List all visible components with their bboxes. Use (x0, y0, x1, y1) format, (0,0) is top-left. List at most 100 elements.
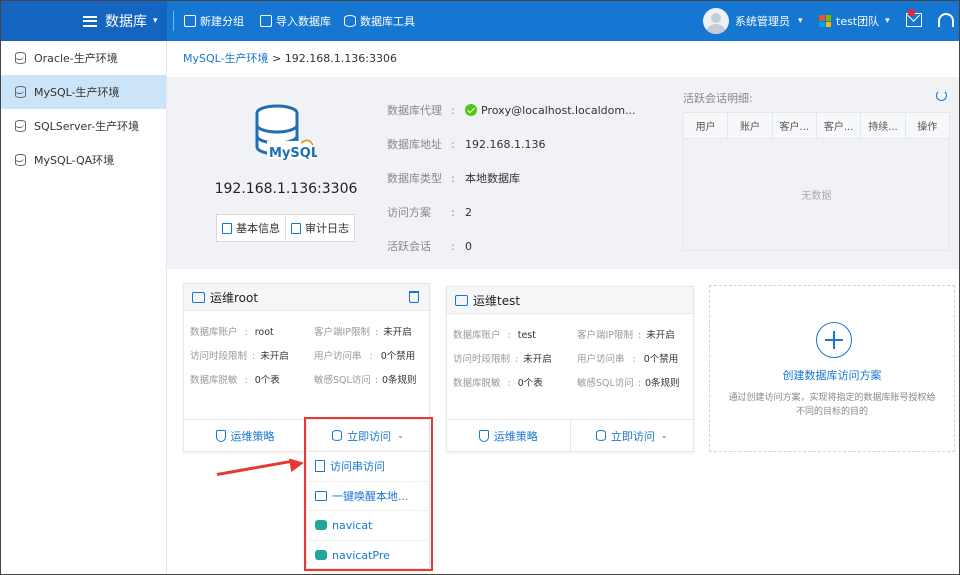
prop-key: 数据库地址 (387, 138, 442, 151)
field-access-string: 用户访问串:0个禁用 (314, 351, 416, 362)
create-access-plan-card[interactable]: 创建数据库访问方案 通过创建访问方案，实现将指定的数据库账号授权给不同的目标的目… (709, 285, 955, 452)
prop-key: 访问方案 (387, 206, 431, 219)
field-masking: 数据库脱敏:0个表 (190, 375, 280, 386)
trash-icon[interactable] (409, 291, 419, 303)
prop-value: 本地数据库 (465, 172, 520, 185)
notification-dot (908, 9, 915, 16)
mysql-logo-text: MySQL (269, 146, 317, 161)
tab-audit-log[interactable]: 审计日志 (285, 215, 354, 241)
prop-key: 数据库代理 (387, 104, 442, 117)
policy-button[interactable]: 运维策略 (447, 420, 570, 451)
prop-value: Proxy@localhost.localdom... (481, 103, 636, 117)
annotation-arrow-head (288, 455, 306, 473)
import-icon (260, 15, 272, 27)
highlight-box (304, 417, 433, 571)
card-title: 运维test (473, 293, 521, 308)
field-ip-limit: 客户端IP限制: 未开启 (314, 327, 412, 338)
tab-label: 基本信息 (236, 222, 280, 235)
new-group-button[interactable]: 新建分组 (184, 13, 244, 29)
prop-value: 2 (465, 205, 472, 219)
database-tools-label: 数据库工具 (360, 15, 415, 28)
new-group-label: 新建分组 (200, 15, 244, 28)
detail-tabs: 基本信息 审计日志 (216, 214, 355, 242)
edit-icon (222, 222, 232, 234)
column-header: 持续... (861, 113, 906, 138)
breadcrumb-parent[interactable]: MySQL-生产环境 (183, 52, 269, 65)
prop-key: 活跃会话 (387, 240, 431, 253)
sessions-table-header: 用户 账户 客户... 客户... 持续... 操作 (684, 113, 949, 139)
prop-address: 数据库地址 : 192.168.1.136 (387, 136, 545, 152)
user-menu[interactable]: 系统管理员 ▾ (703, 8, 803, 34)
field-access-string: 用户访问串:0个禁用 (577, 354, 679, 365)
support-headset-icon[interactable] (938, 13, 954, 27)
sidebar-item-label: Oracle-生产环境 (34, 52, 118, 65)
card-header: 运维root (184, 284, 429, 311)
sidebar-item-label: MySQL-生产环境 (34, 86, 120, 99)
column-header: 账户 (728, 113, 773, 138)
create-plan-description: 通过创建访问方案，实现将指定的数据库账号授权给不同的目标的目的 (728, 393, 936, 417)
database-icon (15, 120, 26, 132)
server-icon (455, 294, 468, 306)
plus-circle-icon[interactable] (816, 322, 852, 358)
card-footer: 运维策略 立即访问 ⌄ (447, 419, 693, 451)
card-body: 数据库账户: test 客户端IP限制: 未开启 访问时段限制: 未开启 用户访问串:… (447, 314, 693, 409)
prop-key: 数据库类型 (387, 172, 442, 185)
import-database-button[interactable]: 导入数据库 (260, 13, 331, 29)
avatar (703, 8, 729, 34)
log-icon (291, 222, 301, 234)
sidebar-item-label: SQLServer-生产环境 (34, 120, 140, 133)
module-switcher[interactable]: 数据库 ▾ (1, 1, 167, 41)
database-icon (595, 430, 606, 441)
breadcrumb-current: 192.168.1.136:3306 (284, 52, 397, 65)
mysql-logo: MySQL (255, 104, 317, 161)
field-db-account: 数据库账户: test (453, 330, 536, 341)
sessions-table: 用户 账户 客户... 客户... 持续... 操作 无数据 (683, 112, 950, 251)
chevron-down-icon: ▾ (153, 16, 158, 26)
chevron-down-icon: ▾ (798, 16, 803, 26)
tab-basic-info[interactable]: 基本信息 (217, 215, 285, 241)
sidebar-item-mysql-qa[interactable]: MySQL-QA环境 (1, 143, 166, 177)
team-name: test团队 (836, 15, 880, 28)
sidebar-item-label: MySQL-QA环境 (34, 154, 115, 167)
column-header: 客户... (817, 113, 862, 138)
field-masking: 数据库脱敏:0个表 (453, 378, 543, 389)
access-now-button[interactable]: 立即访问 ⌄ (569, 420, 694, 451)
prop-access-plans: 访问方案 : 2 (387, 204, 472, 220)
field-sensitive-sql: 敏感SQL访问:0条规则 (577, 378, 680, 389)
empty-state-text: 无数据 (801, 191, 832, 202)
field-db-account: 数据库账户: root (190, 327, 274, 338)
breadcrumb-separator: > (272, 52, 282, 65)
sidebar-item-mysql-prod[interactable]: MySQL-生产环境 (1, 75, 166, 109)
prop-separator: : (451, 239, 455, 253)
prop-proxy: 数据库代理 : Proxy@localhost.localdom... (387, 102, 636, 118)
column-header: 用户 (684, 113, 729, 138)
breadcrumb: MySQL-生产环境 > 192.168.1.136:3306 (183, 50, 397, 66)
database-icon (15, 154, 26, 166)
sidebar-item-sqlserver-prod[interactable]: SQLServer-生产环境 (1, 109, 166, 143)
prop-type: 数据库类型 : 本地数据库 (387, 170, 520, 186)
card-header: 运维test (447, 287, 693, 314)
prop-value: 192.168.1.136 (465, 137, 546, 151)
database-tools-button[interactable]: 数据库工具 (344, 13, 415, 29)
policy-button[interactable]: 运维策略 (184, 420, 306, 451)
team-switcher[interactable]: test团队 ▾ (819, 13, 890, 29)
column-header: 客户... (773, 113, 817, 138)
field-time-limit: 访问时段限制: 未开启 (453, 354, 552, 365)
add-group-icon (184, 15, 196, 27)
hamburger-menu-icon[interactable] (83, 15, 97, 27)
import-database-label: 导入数据库 (276, 15, 331, 28)
refresh-icon[interactable] (936, 90, 947, 101)
prop-separator: : (451, 205, 455, 219)
create-plan-title[interactable]: 创建数据库访问方案 (710, 367, 954, 383)
card-body: 数据库账户: root 客户端IP限制: 未开启 访问时段限制: 未开启 用户访问串:… (184, 311, 429, 406)
user-name: 系统管理员 (735, 15, 790, 28)
prop-separator: : (451, 171, 455, 185)
module-title: 数据库 (105, 14, 147, 30)
sidebar-item-oracle-prod[interactable]: Oracle-生产环境 (1, 41, 166, 75)
prop-value: 0 (465, 239, 472, 253)
sessions-title: 活跃会话明细: (683, 92, 753, 105)
database-icon (15, 86, 26, 98)
field-time-limit: 访问时段限制: 未开启 (190, 351, 289, 362)
shield-icon (478, 429, 489, 442)
access-plan-card: 运维test 数据库账户: test 客户端IP限制: 未开启 访问时段限制: 未开启… (446, 286, 694, 452)
